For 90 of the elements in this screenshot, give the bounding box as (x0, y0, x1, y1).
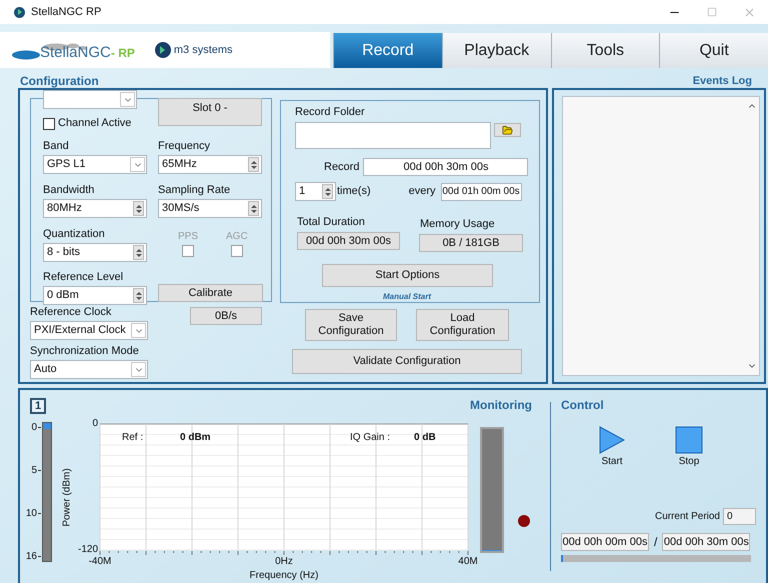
chevron-down-icon[interactable] (131, 362, 146, 377)
window-title: StellaNGC RP (31, 4, 102, 20)
tick-label: 5 (31, 465, 37, 476)
spin-box[interactable]: 8 - bits (43, 243, 147, 262)
current-period-display: 0 (723, 508, 756, 525)
tick-label: 16 (26, 551, 37, 562)
tick-label: 0 (31, 422, 37, 433)
spin-arrows-icon[interactable] (248, 157, 259, 172)
logo-text: StellaNGC- RP (40, 45, 135, 61)
field-label: Record Folder (295, 106, 366, 119)
load-button[interactable]: Load Configuration (416, 309, 509, 341)
start-mode-label: Manual Start (382, 292, 431, 301)
spin-box[interactable]: 30MS/s (158, 199, 262, 218)
stop-button[interactable]: Stop (675, 426, 703, 468)
validate-button[interactable]: Validate Configuration (292, 349, 522, 374)
dropdown[interactable]: PXI/External Clock (30, 321, 148, 340)
field-label: Total Duration (297, 216, 366, 229)
slot-button[interactable]: Slot 0 - (158, 98, 262, 126)
tick-label: 10 (26, 508, 37, 519)
partner-logo-text: m3 systems (174, 42, 233, 58)
field-label: Band (43, 140, 70, 153)
ref-value: 0 dBm (180, 432, 212, 444)
tick-label: 0Hz (275, 556, 293, 567)
tick-label: -120 (78, 544, 98, 555)
duration-field[interactable]: 00d 00h 30m 00s (363, 158, 528, 176)
axis-title: Frequency (Hz) (250, 570, 318, 581)
dropdown[interactable]: Auto (30, 360, 148, 379)
axis-title: Power (dBm) (60, 468, 74, 526)
iq-gain-label: IQ Gain : (350, 432, 392, 444)
checkbox-label: Channel Active (58, 117, 132, 130)
spin-arrows-icon[interactable] (133, 201, 144, 216)
tab[interactable]: Playback (442, 33, 550, 68)
calibrate-button[interactable]: Calibrate (158, 284, 263, 302)
field-label: Frequency (158, 140, 211, 153)
spin-box[interactable]: 80MHz (43, 199, 147, 218)
throughput-display: 0B/s (190, 307, 262, 325)
iq-gain-value: 0 dB (414, 432, 436, 444)
field-label: Bandwidth (43, 184, 96, 197)
stop-icon (675, 426, 703, 454)
chevron-down-icon[interactable] (131, 323, 146, 338)
section-title: Events Log (692, 74, 752, 88)
chevron-down-icon[interactable] (120, 92, 135, 107)
field-label: Memory Usage (420, 218, 496, 231)
option-label: AGC (226, 231, 248, 242)
total-time-display: 00d 00h 30m 00s (662, 533, 750, 551)
spin-arrows-icon[interactable] (248, 201, 259, 216)
folder-path-field[interactable] (295, 122, 491, 149)
channel-number: 1 (30, 398, 46, 414)
play-icon (599, 426, 625, 454)
section-title: Configuration (20, 74, 99, 88)
interval-field[interactable]: 00d 01h 00m 00s (440, 182, 522, 200)
total-duration-display: 00d 00h 30m 00s (297, 232, 400, 250)
section-title: Monitoring (470, 398, 533, 412)
tab[interactable]: Record (333, 33, 442, 68)
tick-label: 40M (458, 556, 478, 567)
section-title: Control (561, 398, 605, 412)
spin-box[interactable]: 65MHz (158, 155, 262, 174)
spin-arrows-icon[interactable] (133, 288, 144, 303)
spin-arrows-icon[interactable] (133, 245, 144, 260)
field-label: Record (324, 160, 360, 175)
start-button[interactable]: Start (599, 426, 625, 468)
field-label: Sampling Rate (158, 184, 232, 197)
spin-box[interactable]: 1 (295, 182, 336, 201)
app-icon (14, 6, 25, 18)
folder-icon (502, 124, 513, 136)
dropdown[interactable]: GPS L1 (43, 155, 147, 174)
elapsed-time-display: 00d 00h 00m 00s (561, 533, 649, 551)
spin-box[interactable]: 0 dBm (43, 286, 147, 305)
spin-arrows-icon[interactable] (322, 184, 333, 199)
browse-button[interactable] (494, 123, 521, 137)
partner-logo-icon (154, 42, 171, 58)
field-label: Quantization (43, 228, 106, 241)
field-label: Current Period (654, 510, 720, 524)
field-label: every (408, 184, 436, 200)
option-label: PPS (178, 231, 198, 242)
save-button[interactable]: Save Configuration (305, 309, 397, 341)
memory-usage-display: 0B / 181GB (419, 234, 523, 252)
field-label: Reference Level (43, 271, 124, 284)
field-label: time(s) (337, 184, 371, 200)
start-options-button[interactable]: Start Options (322, 264, 493, 287)
tab[interactable]: Quit (659, 33, 768, 68)
tick-label: 0 (92, 418, 98, 429)
field-label: Synchronization Mode (30, 345, 140, 358)
chevron-down-icon[interactable] (130, 157, 145, 172)
tab[interactable]: Tools (550, 33, 660, 68)
field-label: Reference Clock (30, 306, 112, 319)
checkbox[interactable] (43, 118, 55, 130)
tick-label: -40M (88, 556, 112, 567)
separator-text: / (654, 534, 658, 551)
ref-label: Ref : (122, 432, 144, 444)
